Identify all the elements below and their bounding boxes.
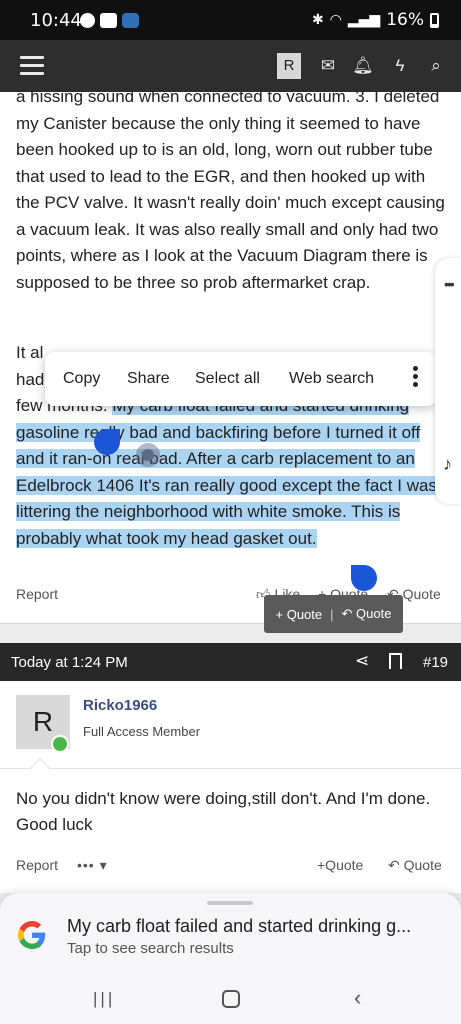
more-options-icon[interactable]	[413, 366, 419, 390]
music-note-icon: ♪	[443, 454, 452, 474]
home-icon[interactable]	[222, 990, 240, 1008]
edge-more-icon: •••	[444, 276, 455, 292]
post-paragraph: a hissing sound when connected to vacuum…	[16, 92, 445, 292]
paragraph-start: It al	[16, 343, 44, 362]
select-all-button[interactable]: Select all	[195, 370, 260, 388]
more-actions-button[interactable]: ••• ▾	[77, 857, 108, 874]
share-icon[interactable]: ⋖	[355, 651, 369, 671]
touch-indicator	[136, 443, 160, 467]
notification-icons	[80, 13, 139, 28]
selection-handle-start[interactable]	[94, 429, 120, 455]
edge-panel-handle[interactable]: ••• ♪	[435, 258, 461, 504]
menu-icon[interactable]	[20, 56, 44, 76]
post-header: Today at 1:24 PM ⋖ #19	[0, 643, 461, 681]
chat-notification-icon	[80, 13, 95, 28]
selected-text[interactable]: My carb float failed and started drinkin…	[16, 396, 437, 548]
back-icon[interactable]: ‹	[354, 985, 361, 1011]
recents-icon[interactable]: |||	[93, 989, 115, 1009]
bell-icon[interactable]: 🔔︎	[351, 53, 375, 79]
quote-reply-button[interactable]: ↶ Quote	[342, 606, 392, 622]
site-navbar: R ✉ 🔔︎ ϟ ⌕	[0, 40, 461, 92]
bolt-icon[interactable]: ϟ	[388, 53, 412, 79]
status-time: 10:44	[30, 10, 82, 31]
post-message: R Ricko1966 Full Access Member No you di…	[0, 681, 461, 893]
android-nav-bar: ||| ‹	[0, 973, 461, 1024]
username[interactable]: Ricko1966	[83, 697, 157, 714]
user-avatar-button[interactable]: R	[277, 53, 301, 79]
message-caret	[30, 758, 50, 778]
mail-notification-icon	[100, 13, 117, 28]
bookmark-icon[interactable]	[389, 653, 402, 669]
paragraph-line: had	[16, 369, 45, 389]
signal-icon: ▂▄▆	[347, 12, 381, 28]
post-body: No you didn't know were doing,still don'…	[16, 789, 431, 834]
post-actions: Report ••• ▾ +Quote ↶ Quote	[16, 857, 446, 877]
report-link[interactable]: Report	[16, 857, 58, 873]
system-status: ✱ ◠ ▂▄▆ 16%	[312, 10, 439, 30]
quote-label: Quote	[403, 857, 442, 873]
sheet-grip[interactable]	[207, 901, 253, 905]
inbox-icon[interactable]: ✉	[316, 53, 340, 79]
search-results-hint: Tap to see search results	[67, 940, 234, 957]
share-button[interactable]: Share	[127, 370, 170, 388]
online-status-icon	[51, 735, 69, 753]
post-date[interactable]: Today at 1:24 PM	[11, 654, 128, 671]
search-icon[interactable]: ⌕	[424, 53, 448, 79]
google-search-sheet[interactable]: My carb float failed and started drinkin…	[0, 893, 461, 973]
google-logo-icon	[18, 921, 46, 949]
popup-separator: |	[330, 606, 334, 622]
add-quote-button[interactable]: + Quote	[276, 607, 323, 622]
multi-quote-button[interactable]: +Quote	[317, 857, 363, 873]
battery-icon	[430, 12, 439, 28]
search-query-title: My carb float failed and started drinkin…	[67, 916, 412, 936]
post-number[interactable]: #19	[423, 654, 448, 671]
user-title: Full Access Member	[83, 724, 201, 739]
report-link[interactable]: Report	[16, 586, 58, 602]
quote-label: Quote	[402, 586, 441, 602]
wifi-icon: ◠	[329, 12, 342, 28]
text-selection-menu: Copy Share Select all Web search	[45, 352, 437, 406]
web-search-button[interactable]: Web search	[289, 370, 374, 388]
divider	[0, 768, 461, 769]
quote-button[interactable]: ↶ Quote	[388, 857, 442, 874]
selection-quote-popup: + Quote | ↶ Quote	[264, 595, 403, 633]
quote-reply-label: Quote	[356, 606, 392, 621]
app-notification-icon	[122, 13, 139, 28]
status-bar: 10:44 ✱ ◠ ▂▄▆ 16%	[0, 0, 461, 40]
copy-button[interactable]: Copy	[63, 370, 100, 388]
bluetooth-icon: ✱	[311, 12, 324, 28]
battery-percent: 16%	[386, 10, 424, 30]
